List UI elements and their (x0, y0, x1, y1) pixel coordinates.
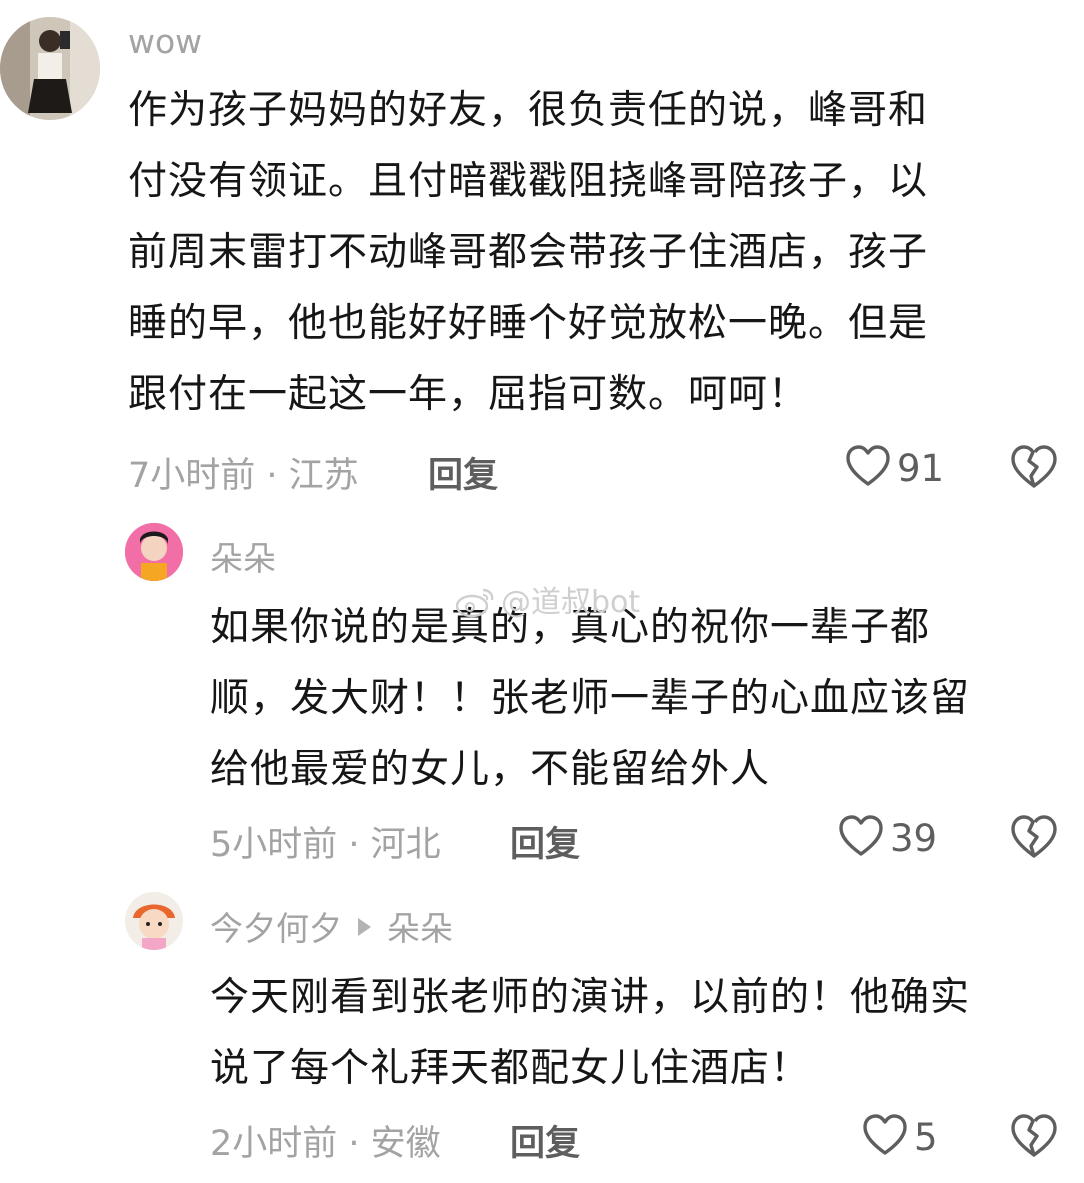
reply-arrow-icon (358, 918, 371, 936)
reply-to-username[interactable]: 朵朵 (387, 909, 453, 948)
timestamp-location: 7小时前 · 江苏 (128, 456, 359, 496)
username[interactable]: wow (128, 22, 202, 61)
heart-icon (838, 814, 884, 862)
dislike-button[interactable] (1010, 814, 1058, 864)
timestamp-location: 5小时前 · 河北 (210, 825, 441, 865)
reply-button[interactable]: 回复 (428, 447, 498, 498)
avatar[interactable] (125, 892, 183, 950)
like-count: 91 (897, 446, 945, 490)
username[interactable]: 今夕何夕 (210, 909, 342, 948)
comment-text: 作为孩子妈妈的好友，很负责任的说，峰哥和 付没有领证。且付暗戳戳阻挠峰哥陪孩子，… (128, 75, 928, 430)
watermark-text: @道叔bot (501, 585, 641, 620)
dislike-button[interactable] (1010, 444, 1058, 494)
heart-icon (845, 444, 891, 492)
watermark: @道叔bot (455, 577, 640, 626)
like-button[interactable]: 5 (862, 1113, 938, 1161)
comment-line: 跟付在一起这一年，屈指可数。呵呵！ (128, 372, 809, 417)
heart-icon (862, 1113, 908, 1161)
reply-button[interactable]: 回复 (510, 816, 580, 867)
avatar[interactable] (125, 523, 183, 581)
reply-header: 今夕何夕 朵朵 (210, 902, 453, 950)
comment-line: 给他最爱的女儿，不能留给外人 (210, 747, 771, 792)
like-button[interactable]: 39 (838, 814, 937, 862)
comment-line: 作为孩子妈妈的好友，很负责任的说，峰哥和 (128, 88, 929, 133)
comment-line: 顺，发大财！！张老师一辈子的心血应该留 (210, 676, 971, 721)
like-button[interactable]: 91 (845, 444, 944, 492)
username[interactable]: 朵朵 (210, 532, 276, 580)
like-count: 39 (890, 816, 938, 860)
like-count: 5 (914, 1115, 938, 1159)
weibo-icon (455, 586, 495, 626)
broken-heart-icon (1011, 1114, 1057, 1157)
comment-line: 说了每个礼拜天都配女儿住酒店！ (210, 1046, 811, 1091)
broken-heart-icon (1011, 445, 1057, 488)
comment-line: 前周末雷打不动峰哥都会带孩子住酒店，孩子 (128, 230, 929, 275)
broken-heart-icon (1011, 815, 1057, 858)
comment-line: 今天刚看到张老师的演讲，以前的！他确实 (210, 975, 971, 1020)
comment-text: 今天刚看到张老师的演讲，以前的！他确实 说了每个礼拜天都配女儿住酒店！ (210, 962, 970, 1104)
avatar[interactable] (0, 17, 100, 120)
reply-button[interactable]: 回复 (510, 1115, 580, 1166)
comment-line: 付没有领证。且付暗戳戳阻挠峰哥陪孩子，以 (128, 159, 929, 204)
dislike-button[interactable] (1010, 1113, 1058, 1163)
timestamp-location: 2小时前 · 安徽 (210, 1124, 441, 1164)
comment-line: 睡的早，他也能好好睡个好觉放松一晚。但是 (128, 301, 929, 346)
